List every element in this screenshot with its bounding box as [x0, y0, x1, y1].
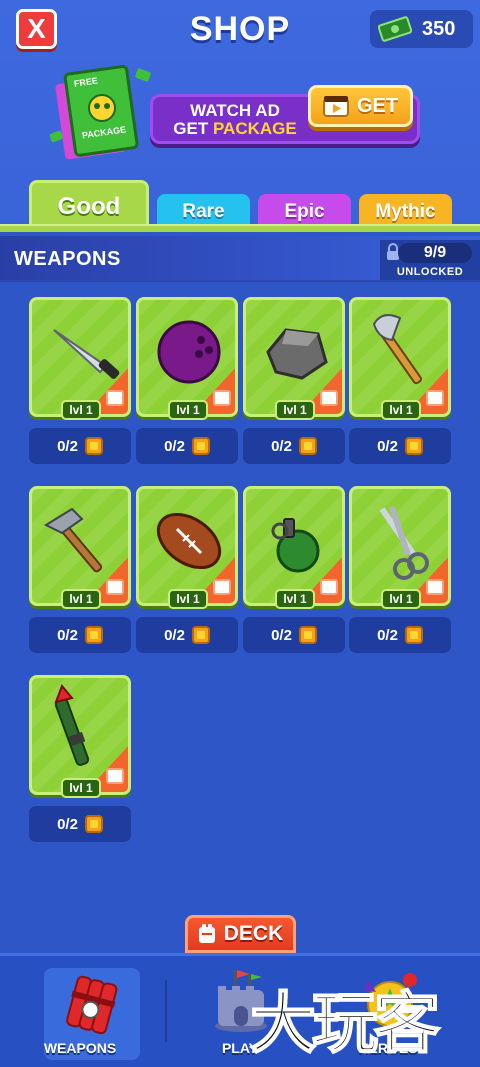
weapon-tile[interactable] [243, 486, 345, 606]
weapon-card[interactable]: lvl 1 0/2 [243, 297, 345, 465]
level-badge: lvl 1 [381, 400, 421, 420]
weapon-card[interactable]: lvl 1 0/2 [136, 297, 238, 465]
card-badge-icon [426, 390, 444, 406]
card-badge-icon [426, 579, 444, 595]
card-badge-icon [213, 579, 231, 595]
card-token-icon [298, 626, 317, 644]
card-progress-text: 0/2 [164, 626, 185, 644]
weapon-tile[interactable] [29, 297, 131, 417]
card-progress: 0/2 [136, 428, 238, 464]
deck-icon [198, 924, 215, 943]
nav-weapons-label: WEAPONS [43, 1040, 117, 1056]
level-badge: lvl 1 [61, 589, 101, 609]
weapon-card[interactable]: lvl 1 0/2 [29, 486, 131, 654]
weapon-tile[interactable] [349, 297, 451, 417]
card-token-icon [84, 626, 103, 644]
weapon-card[interactable]: lvl 1 0/2 [29, 297, 131, 465]
weapon-card[interactable]: lvl 1 0/2 [136, 486, 238, 654]
level-badge: lvl 1 [168, 400, 208, 420]
weapon-tile[interactable] [29, 675, 131, 795]
deck-button[interactable]: DECK [185, 915, 296, 953]
weapon-tile[interactable] [349, 486, 451, 606]
card-token-icon [404, 626, 423, 644]
card-badge-icon [320, 390, 338, 406]
level-badge: lvl 1 [168, 589, 208, 609]
card-progress-text: 0/2 [57, 626, 78, 644]
card-progress: 0/2 [349, 428, 451, 464]
level-badge: lvl 1 [61, 400, 101, 420]
card-progress-text: 0/2 [57, 815, 78, 833]
card-progress: 0/2 [349, 617, 451, 653]
card-token-icon [298, 437, 317, 455]
level-badge: lvl 1 [275, 589, 315, 609]
card-progress-text: 0/2 [271, 626, 292, 644]
weapon-card[interactable]: lvl 1 0/2 [349, 297, 451, 465]
weapon-card[interactable]: lvl 1 0/2 [29, 675, 131, 843]
card-progress-text: 0/2 [377, 437, 398, 455]
card-badge-icon [106, 390, 124, 406]
card-progress: 0/2 [243, 617, 345, 653]
card-progress: 0/2 [136, 617, 238, 653]
card-progress: 0/2 [29, 806, 131, 842]
weapon-card[interactable]: lvl 1 0/2 [349, 486, 451, 654]
level-badge: lvl 1 [61, 778, 101, 798]
level-badge: lvl 1 [381, 589, 421, 609]
weapon-card[interactable]: lvl 1 0/2 [243, 486, 345, 654]
nav-weapons[interactable]: WEAPONS [0, 956, 160, 1067]
card-token-icon [191, 437, 210, 455]
card-badge-icon [106, 768, 124, 784]
weapon-tile[interactable] [136, 297, 238, 417]
card-badge-icon [213, 390, 231, 406]
weapon-grid: lvl 1 0/2 lvl 1 0/2 lvl 1 0/2 lvl 1 0/2 lvl 1 0/2… [0, 0, 480, 900]
card-token-icon [84, 815, 103, 833]
card-badge-icon [320, 579, 338, 595]
weapon-tile[interactable] [29, 486, 131, 606]
dynamite-icon [66, 975, 118, 1035]
card-token-icon [84, 437, 103, 455]
deck-label: DECK [223, 922, 284, 945]
watermark: 大玩客 [249, 984, 441, 1063]
weapon-tile[interactable] [136, 486, 238, 606]
card-token-icon [191, 626, 210, 644]
weapon-tile[interactable] [243, 297, 345, 417]
card-progress: 0/2 [29, 617, 131, 653]
level-badge: lvl 1 [275, 400, 315, 420]
card-progress-text: 0/2 [57, 437, 78, 455]
card-progress-text: 0/2 [164, 437, 185, 455]
card-progress: 0/2 [29, 428, 131, 464]
card-badge-icon [106, 579, 124, 595]
card-progress-text: 0/2 [377, 626, 398, 644]
card-progress: 0/2 [243, 428, 345, 464]
card-token-icon [404, 437, 423, 455]
card-progress-text: 0/2 [271, 437, 292, 455]
